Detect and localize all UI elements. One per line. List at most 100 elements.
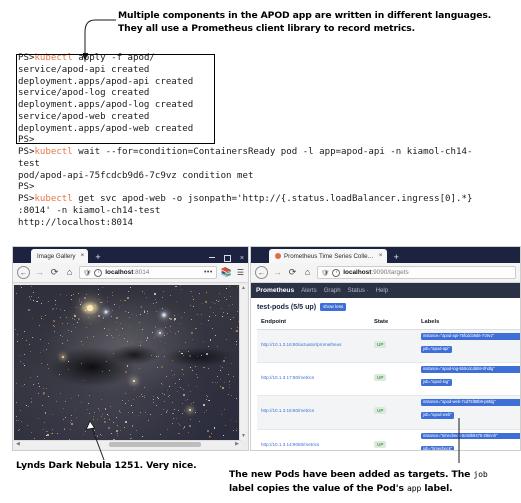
show-less-button[interactable]: show less: [320, 303, 347, 311]
endpoint-link[interactable]: http://10.1.3.18:80/metrics: [261, 408, 314, 413]
top-annotation-line2: They all use a Prometheus client library…: [118, 22, 416, 34]
reload-icon[interactable]: ⟳: [49, 268, 60, 277]
terminal-line: service/apod-api created: [18, 64, 150, 75]
browser-windows-row: Image Gallery × + × ← → ⟳ ⌂ 🛡 i localhos…: [0, 246, 521, 451]
gallery-tab-close-icon[interactable]: ×: [81, 252, 85, 260]
targets-section-header: test-pods (5/5 up) show less: [251, 298, 520, 314]
window-close-icon[interactable]: ×: [240, 255, 244, 262]
terminal-line: PS>kubectl apply -f apod/: [18, 53, 155, 63]
cell-labels: instance="apod-web-7cd75f88b9-p85lg" job=…: [417, 395, 520, 430]
table-row: http://10.1.3.16:80/actuator/prometheus U…: [257, 329, 520, 364]
status-badge: UP: [374, 374, 387, 382]
back-icon[interactable]: ←: [255, 266, 268, 279]
nav-item-graph[interactable]: Graph: [324, 287, 341, 294]
gallery-navbar: ← → ⟳ ⌂ 🛡 i localhost:8014 ••• 📚 ☰: [13, 263, 248, 283]
label-badge: instance="apod-log-5b5cdcd6b9-0hdtg": [421, 366, 520, 373]
gallery-url-bar[interactable]: 🛡 i localhost:8014 •••: [79, 266, 217, 279]
bottom-right-annotation: The new Pods have been added as targets.…: [229, 468, 509, 495]
prometheus-tab-title: Prometheus Time Series Colle…: [284, 252, 374, 260]
gallery-window-controls[interactable]: ×: [208, 255, 244, 262]
info-icon[interactable]: i: [94, 268, 103, 277]
label-badge: instance="apod-api-75fcdcb9d6-7c9vz": [421, 333, 520, 340]
terminal-line: test: [18, 158, 40, 169]
endpoint-link[interactable]: http://10.1.3.17:80/metrics: [261, 375, 314, 380]
label-badge: instance="apod-web-7cd75f88b9-p85lg": [421, 399, 520, 407]
nav-item-status[interactable]: Status ·: [348, 287, 369, 294]
image-gallery-window[interactable]: Image Gallery × + × ← → ⟳ ⌂ 🛡 i localhos…: [12, 246, 249, 451]
shield-icon: 🛡: [321, 269, 330, 277]
prometheus-tab-close-icon[interactable]: ×: [379, 252, 383, 260]
horizontal-scroll-thumb[interactable]: [109, 442, 202, 447]
cell-endpoint: http://10.1.3.14:9080/metrics: [257, 429, 370, 450]
back-icon[interactable]: ←: [17, 266, 30, 279]
vertical-scrollbar[interactable]: ▲ ▼: [239, 285, 247, 440]
prometheus-url-bar[interactable]: 🛡 i localhost:9090/targets: [317, 266, 516, 279]
scroll-left-icon[interactable]: ◀: [16, 442, 20, 447]
minimize-icon[interactable]: [208, 257, 215, 258]
prometheus-tab[interactable]: Prometheus Time Series Colle… ×: [269, 249, 387, 263]
shield-icon: 🛡: [83, 269, 92, 277]
terminal-line: deployment.apps/apod-web created: [18, 123, 194, 134]
table-row: http://10.1.3.14:9080/metrics UP instance=…: [257, 429, 520, 451]
targets-group-title: test-pods (5/5 up): [257, 303, 317, 311]
bottom-left-leader-line: [85, 420, 105, 461]
terminal-line: pod/apod-api-75fcdcb9d6-7c9vz condition …: [18, 170, 254, 181]
prometheus-new-tab-icon[interactable]: +: [394, 253, 399, 262]
targets-table: Endpoint State Labels http://10.1.3.16:8…: [257, 315, 520, 451]
gallery-titlebar: Image Gallery × + ×: [13, 247, 248, 263]
label-badge: job="apod-api": [421, 346, 452, 353]
label-badge: job="timecheck": [421, 445, 455, 451]
page-actions-icon[interactable]: •••: [204, 269, 213, 276]
status-badge: UP: [374, 341, 387, 349]
top-annotation: Multiple components in the APOD app are …: [118, 10, 518, 35]
nav-item-help[interactable]: Help: [376, 287, 389, 294]
prometheus-brand[interactable]: Prometheus: [256, 287, 294, 294]
cell-state: UP: [370, 395, 417, 430]
prometheus-window[interactable]: Prometheus Time Series Colle… × + ← → ⟳ …: [250, 246, 521, 451]
terminal-line: PS>kubectl get svc apod-web -o jsonpath=…: [18, 194, 473, 204]
scroll-right-icon[interactable]: ▶: [235, 442, 239, 447]
prometheus-page: Prometheus Alerts Graph Status · Help te…: [251, 283, 520, 450]
library-icon[interactable]: 📚: [221, 268, 232, 277]
forward-icon[interactable]: →: [34, 268, 45, 277]
gallery-nav-right: 📚 ☰: [221, 268, 244, 277]
terminal-line: http://localhost:8014: [18, 217, 133, 228]
cell-state: UP: [370, 362, 417, 397]
star-field: [14, 285, 241, 440]
reload-icon[interactable]: ⟳: [287, 268, 298, 277]
prometheus-titlebar: Prometheus Time Series Colle… × +: [251, 247, 520, 263]
status-badge: UP: [374, 407, 387, 415]
home-icon[interactable]: ⌂: [302, 268, 313, 277]
column-header-labels: Labels: [417, 315, 520, 330]
nav-item-alerts[interactable]: Alerts: [301, 287, 317, 294]
cell-endpoint: http://10.1.3.17:80/metrics: [257, 362, 370, 397]
status-badge: UP: [374, 440, 387, 448]
table-header-row: Endpoint State Labels: [257, 315, 520, 330]
bottom-left-annotation: Lynds Dark Nebula 1251. Very nice.: [16, 460, 197, 471]
terminal-line: service/apod-log created: [18, 88, 150, 99]
bottom-right-text-c: label.: [421, 482, 453, 494]
cell-endpoint: http://10.1.3.18:80/metrics: [257, 395, 370, 430]
hamburger-menu-icon[interactable]: ☰: [237, 268, 244, 277]
table-row: http://10.1.3.17:80/metrics UP instance="a…: [257, 362, 520, 397]
gallery-new-tab-icon[interactable]: +: [95, 253, 100, 262]
bottom-right-text-a: The new Pods have been added as targets.…: [229, 469, 474, 480]
horizontal-scrollbar[interactable]: ◀ ▶: [14, 440, 241, 449]
scroll-down-icon[interactable]: ▼: [241, 434, 246, 439]
terminal-line: service/apod-web created: [18, 111, 150, 122]
endpoint-link[interactable]: http://10.1.3.16:80/actuator/prometheus: [261, 342, 341, 347]
gallery-tab[interactable]: Image Gallery ×: [31, 249, 89, 263]
home-icon[interactable]: ⌂: [64, 268, 75, 277]
gallery-url-text: localhost:8014: [105, 269, 150, 276]
nebula-image: [14, 285, 241, 440]
maximize-icon[interactable]: [223, 255, 231, 262]
info-icon[interactable]: i: [332, 268, 341, 277]
forward-icon[interactable]: →: [272, 268, 283, 277]
column-header-state: State: [370, 315, 417, 330]
cell-state: UP: [370, 429, 417, 450]
scroll-up-icon[interactable]: ▲: [241, 286, 246, 291]
prometheus-navbar: ← → ⟳ ⌂ 🛡 i localhost:9090/targets: [251, 263, 520, 283]
endpoint-link[interactable]: http://10.1.3.14:9080/metrics: [261, 442, 319, 447]
label-badge: instance="timecheck-5c68b9475-28mnh": [421, 432, 520, 440]
terminal-line: deployment.apps/apod-log created: [18, 100, 194, 110]
